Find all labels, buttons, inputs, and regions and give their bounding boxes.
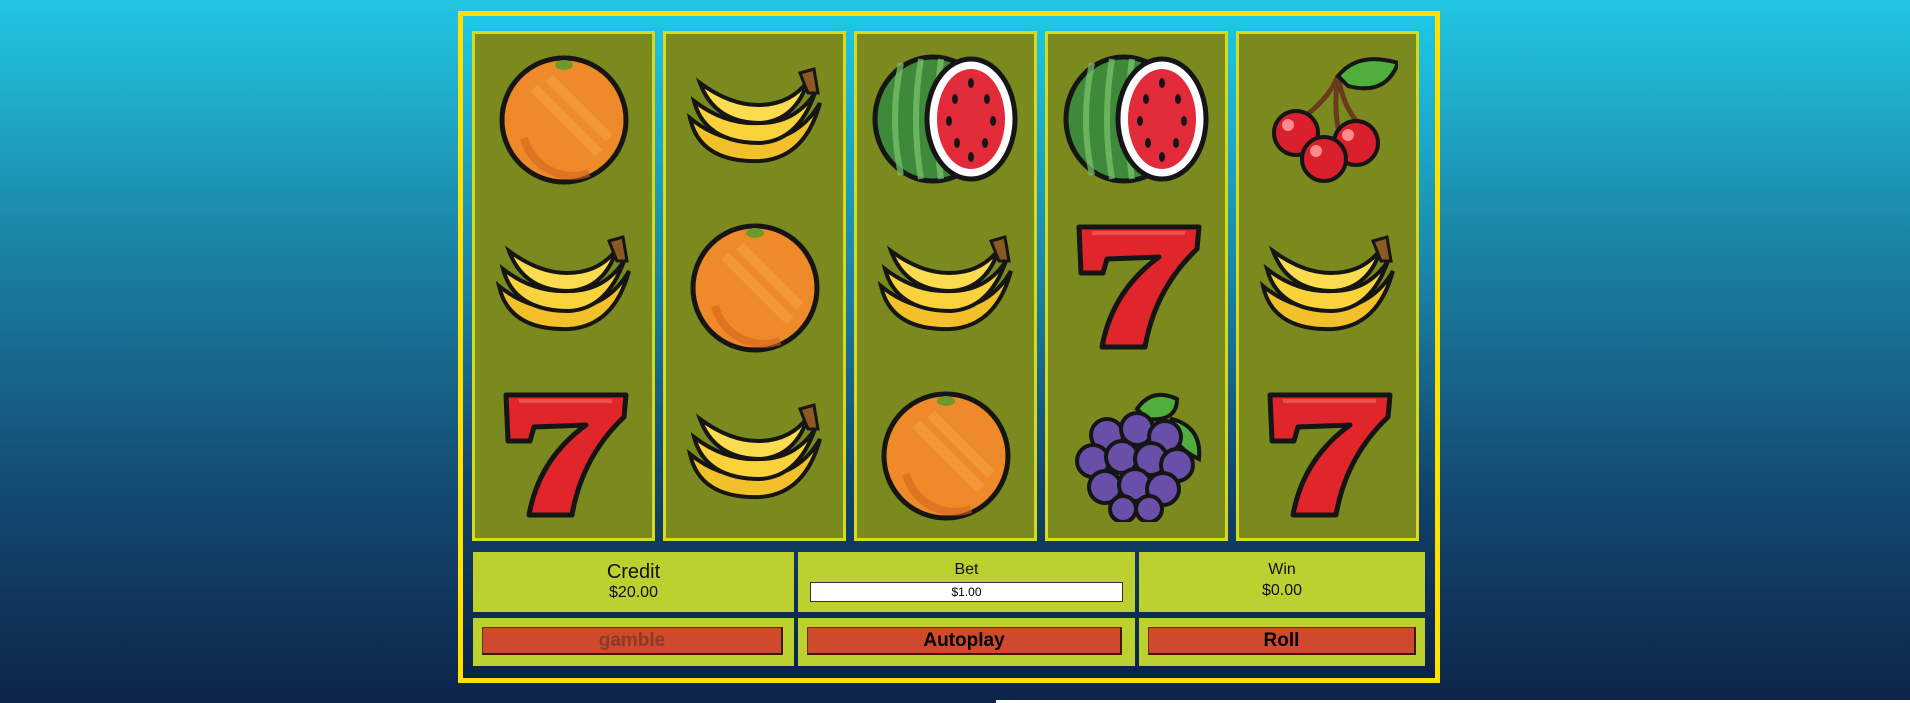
gamble-panel: gamble [473,618,794,666]
roll-panel: Roll [1139,618,1425,666]
credit-label: Credit [606,561,661,583]
reel-3-symbol-3 [857,370,1034,538]
reel-4-symbol-3 [1048,370,1225,538]
reel-2-symbol-2 [666,202,843,370]
reel-5 [1236,31,1419,541]
roll-button[interactable]: Roll [1148,627,1416,655]
watermelon-icon [872,54,1017,183]
bet-label: Bet [954,561,979,578]
bet-input[interactable] [810,582,1123,602]
reel-3-symbol-2 [857,202,1034,370]
banana-icon [1259,235,1395,332]
seven-icon [1267,392,1392,517]
reel-1-symbol-1 [475,34,652,202]
reel-5-symbol-3 [1239,370,1416,538]
win-panel: Win $0.00 [1139,552,1425,612]
reel-2 [663,31,846,541]
reel-5-symbol-2 [1239,202,1416,370]
grapes-icon [1074,392,1201,522]
credit-value: $20.00 [609,584,658,601]
reel-1 [472,31,655,541]
watermelon-icon [1063,54,1208,183]
reel-2-symbol-3 [666,370,843,538]
reel-3-symbol-1 [857,34,1034,202]
reel-1-symbol-2 [475,202,652,370]
reel-4-symbol-1 [1048,34,1225,202]
banana-icon [495,235,631,332]
seven-icon [503,392,628,517]
orange-icon [499,55,628,185]
reel-5-symbol-1 [1239,34,1416,202]
orange-icon [881,391,1010,521]
seven-icon [1076,224,1201,349]
gamble-button[interactable]: gamble [482,627,783,655]
reel-3 [854,31,1037,541]
autoplay-button[interactable]: Autoplay [807,627,1122,655]
credit-panel: Credit $20.00 [473,552,794,612]
win-value: $0.00 [1261,582,1303,599]
autoplay-panel: Autoplay [798,618,1135,666]
reel-4 [1045,31,1228,541]
reel-2-symbol-1 [666,34,843,202]
bet-panel: Bet [798,552,1135,612]
reel-4-symbol-2 [1048,202,1225,370]
orange-icon [690,223,819,353]
slot-machine: Credit $20.00 Bet Win $0.00 gamble Autop… [458,11,1440,683]
cherries-icon [1271,56,1398,183]
banana-icon [877,235,1013,332]
reel-1-symbol-3 [475,370,652,538]
banana-icon [686,67,822,164]
win-label: Win [1268,561,1296,578]
banana-icon [686,403,822,500]
